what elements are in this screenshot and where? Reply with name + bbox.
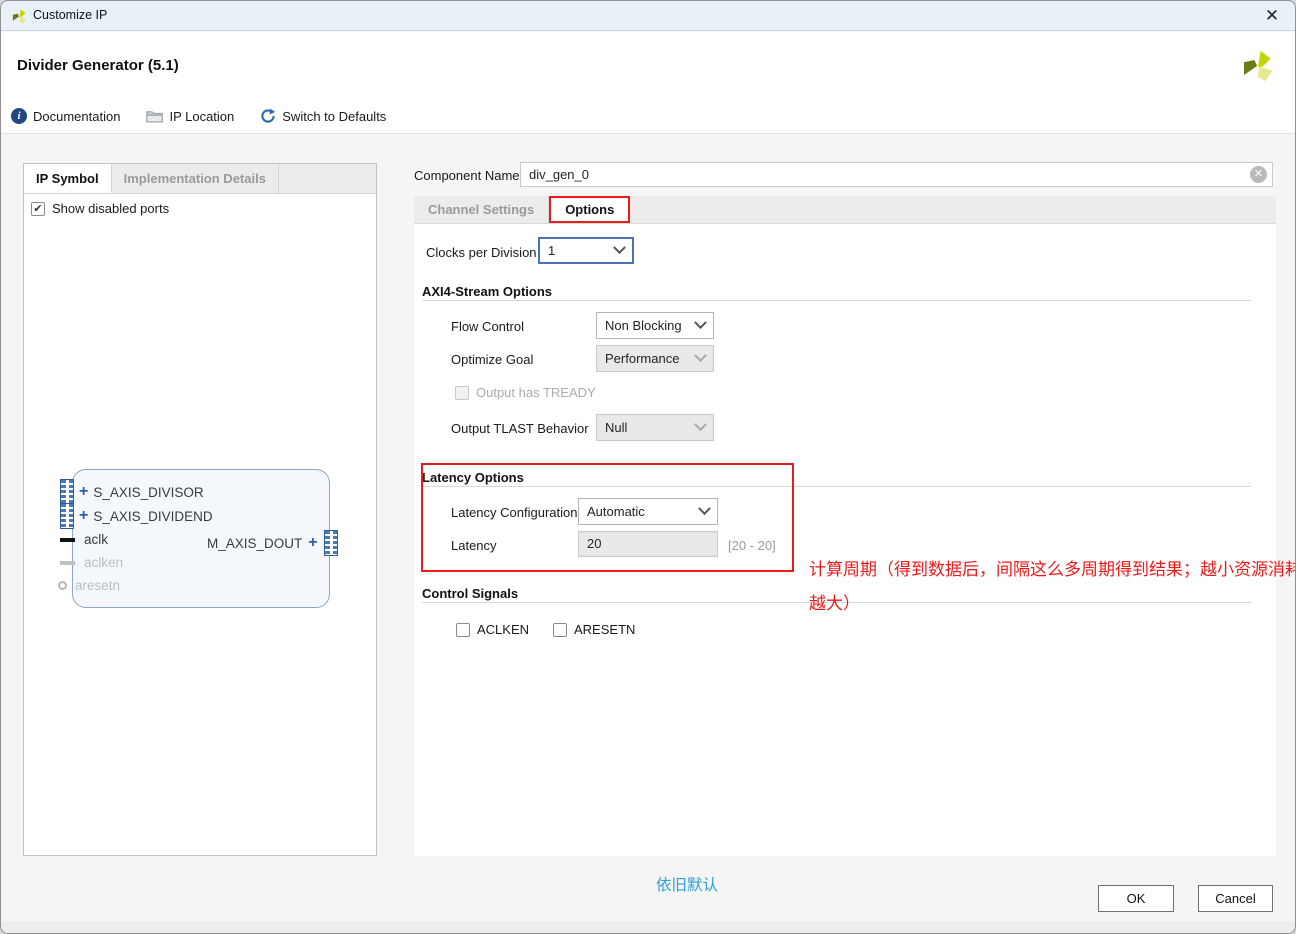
port-label: aresetn — [75, 578, 120, 593]
chevron-down-icon — [694, 316, 707, 329]
tab-options[interactable]: Options — [549, 196, 630, 223]
bus-port-icon — [324, 530, 338, 556]
latency-configuration-select[interactable]: Automatic — [578, 498, 718, 525]
chevron-down-icon — [613, 241, 626, 254]
chevron-down-icon — [698, 502, 711, 515]
port-label: M_AXIS_DOUT — [207, 536, 302, 551]
port-label: S_AXIS_DIVIDEND — [93, 509, 212, 524]
show-disabled-ports-label: Show disabled ports — [52, 201, 169, 216]
clocks-per-division-label: Clocks per Division — [426, 245, 537, 260]
port-aclken: aclken — [60, 555, 123, 570]
documentation-button[interactable]: i Documentation — [11, 108, 120, 124]
expand-plus-icon[interactable]: + — [308, 536, 317, 550]
flow-control-select[interactable]: Non Blocking — [596, 312, 714, 339]
info-icon: i — [11, 108, 27, 124]
bus-port-icon — [60, 503, 74, 529]
ip-location-button[interactable]: IP Location — [146, 109, 234, 124]
aclken-row[interactable]: ACLKEN — [456, 622, 529, 637]
port-m-axis-dout[interactable]: M_AXIS_DOUT + — [207, 530, 338, 556]
switch-to-defaults-label: Switch to Defaults — [282, 109, 386, 124]
folder-icon — [146, 109, 163, 123]
dialog-header: Divider Generator (5.1) i Documentation … — [1, 32, 1295, 134]
clock-pin-icon — [60, 538, 75, 542]
show-disabled-ports-checkbox[interactable]: ✔ — [31, 202, 45, 216]
aresetn-row[interactable]: ARESETN — [553, 622, 635, 637]
chevron-down-icon — [694, 418, 707, 431]
port-label: aclk — [84, 532, 108, 547]
port-s-axis-divisor[interactable]: + S_AXIS_DIVISOR — [60, 479, 204, 505]
port-label: S_AXIS_DIVISOR — [93, 485, 203, 500]
chevron-down-icon — [694, 349, 707, 362]
latency-label: Latency — [451, 538, 497, 553]
ip-location-label: IP Location — [169, 109, 234, 124]
port-label: aclken — [84, 555, 123, 570]
latency-section-title: Latency Options — [422, 470, 524, 485]
expand-plus-icon[interactable]: + — [79, 509, 88, 523]
tab-channel-settings[interactable]: Channel Settings — [414, 196, 549, 223]
ip-symbol-panel: IP Symbol Implementation Details ✔ Show … — [23, 163, 377, 856]
output-tlast-label: Output TLAST Behavior — [451, 421, 589, 436]
clocks-per-division-select[interactable]: 1 — [538, 237, 634, 264]
aresetn-checkbox[interactable] — [553, 623, 567, 637]
expand-plus-icon[interactable]: + — [79, 485, 88, 499]
axi4-section-title: AXI4-Stream Options — [422, 284, 552, 299]
show-disabled-ports-row[interactable]: ✔ Show disabled ports — [31, 201, 169, 216]
toolbar: i Documentation IP Location Switch to De… — [11, 108, 386, 124]
cancel-button[interactable]: Cancel — [1198, 885, 1273, 912]
clear-icon[interactable]: ✕ — [1250, 166, 1267, 183]
xilinx-logo-icon — [11, 8, 28, 25]
switch-to-defaults-button[interactable]: Switch to Defaults — [260, 108, 386, 124]
latency-annotation-text-line1: 计算周期（得到数据后，间隔这么多周期得到结果；越小资源消耗 — [809, 555, 1296, 580]
output-has-tready-row: Output has TREADY — [455, 385, 596, 400]
output-has-tready-label: Output has TREADY — [476, 385, 596, 400]
xilinx-logo — [1240, 48, 1276, 84]
settings-tabs: Channel Settings Options — [414, 196, 1276, 224]
tab-ip-symbol[interactable]: IP Symbol — [24, 164, 112, 193]
latency-input: 20 — [578, 531, 718, 557]
refresh-icon — [260, 108, 276, 124]
component-name-value: div_gen_0 — [529, 167, 589, 182]
window-title: Customize IP — [33, 8, 107, 22]
output-has-tready-checkbox — [455, 386, 469, 400]
optimize-goal-select: Performance — [596, 345, 714, 372]
latency-range-hint: [20 - 20] — [728, 538, 776, 553]
customize-ip-dialog: Customize IP ✕ Divider Generator (5.1) i… — [0, 0, 1296, 934]
aclken-checkbox[interactable] — [456, 623, 470, 637]
ok-button[interactable]: OK — [1098, 885, 1174, 912]
component-name-label: Component Name — [414, 168, 520, 183]
documentation-label: Documentation — [33, 109, 120, 124]
output-tlast-select: Null — [596, 414, 714, 441]
dialog-bottom-edge — [1, 921, 1295, 934]
aresetn-label: ARESETN — [574, 622, 635, 637]
component-name-input[interactable]: div_gen_0 ✕ — [520, 162, 1273, 187]
title-bar: Customize IP ✕ — [1, 1, 1295, 31]
latency-annotation-text-line2: 越大） — [809, 589, 860, 614]
section-divider — [422, 300, 1251, 301]
left-panel-tabs: IP Symbol Implementation Details — [24, 164, 376, 194]
tab-implementation-details[interactable]: Implementation Details — [112, 164, 279, 193]
page-title: Divider Generator (5.1) — [17, 57, 179, 74]
options-tab-content: Clocks per Division 1 AXI4-Stream Option… — [414, 224, 1276, 856]
optimize-goal-label: Optimize Goal — [451, 352, 533, 367]
disabled-reset-pin-icon — [58, 581, 67, 590]
close-icon[interactable]: ✕ — [1261, 5, 1283, 27]
port-s-axis-dividend[interactable]: + S_AXIS_DIVIDEND — [60, 503, 213, 529]
footer-note-link[interactable]: 依旧默认 — [656, 873, 718, 895]
port-aresetn: aresetn — [58, 578, 120, 593]
latency-configuration-label: Latency Configuration — [451, 505, 577, 520]
bus-port-icon — [60, 479, 74, 505]
section-divider — [422, 486, 1251, 487]
flow-control-label: Flow Control — [451, 319, 524, 334]
aclken-label: ACLKEN — [477, 622, 529, 637]
port-aclk: aclk — [60, 532, 108, 547]
control-section-title: Control Signals — [422, 586, 518, 601]
disabled-pin-icon — [60, 561, 75, 565]
